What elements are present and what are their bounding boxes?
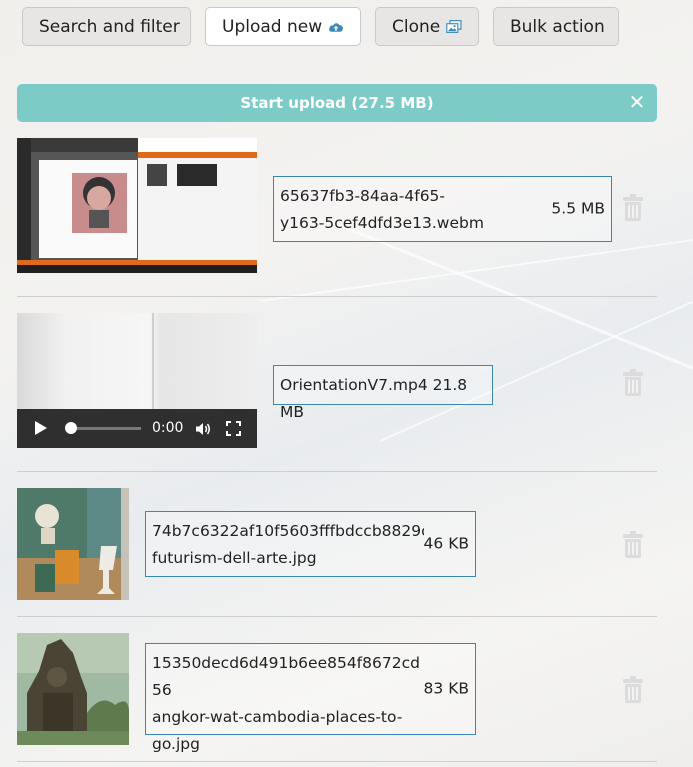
file-size: 5.5 MB xyxy=(551,199,605,218)
file-name-field[interactable]: OrientationV7.mp4 21.8 MB xyxy=(273,365,493,421)
search-and-filter-label: Search and filter xyxy=(39,16,180,37)
progress-track[interactable] xyxy=(71,427,141,430)
still-life-painting-thumbnail xyxy=(17,488,129,600)
cloud-upload-icon xyxy=(329,22,344,32)
video-time: 0:00 xyxy=(152,420,184,436)
file-name-field[interactable]: 65637fb3-84aa-4f65- y163-5cef4dfd3e13.we… xyxy=(273,176,612,242)
file-name: OrientationV7.mp4 xyxy=(280,376,428,394)
video-player[interactable]: 0:00 xyxy=(17,313,257,448)
file-name-field[interactable]: 15350decd6d491b6ee854f8672cd56 angkor-wa… xyxy=(145,643,476,753)
file-name-field[interactable]: 74b7c6322af10f5603fffbdccb8829c1 futuris… xyxy=(145,511,476,577)
file-name: 74b7c6322af10f5603fffbdccb8829c1 futuris… xyxy=(152,522,424,567)
video-controls: 0:00 xyxy=(17,409,257,448)
row-divider xyxy=(17,761,657,762)
play-icon[interactable] xyxy=(35,421,47,435)
background-streak xyxy=(329,220,693,381)
row-divider xyxy=(17,296,657,297)
row-divider xyxy=(17,471,657,472)
start-upload-button[interactable]: Start upload (27.5 MB) ✕ xyxy=(17,84,657,122)
file-size: 83 KB xyxy=(423,679,469,698)
progress-knob[interactable] xyxy=(65,422,77,434)
toolbar: Search and filter Upload new Clone Bulk … xyxy=(22,7,619,46)
trash-icon[interactable] xyxy=(622,531,644,559)
volume-icon[interactable] xyxy=(195,421,211,437)
trash-icon[interactable] xyxy=(622,369,644,397)
clone-button[interactable]: Clone xyxy=(375,7,479,46)
bulk-action-label: Bulk action xyxy=(510,16,605,37)
search-and-filter-button[interactable]: Search and filter xyxy=(22,7,191,46)
row-divider xyxy=(17,616,657,617)
trash-icon[interactable] xyxy=(622,676,644,704)
file-name: 65637fb3-84aa-4f65- y163-5cef4dfd3e13.we… xyxy=(280,187,484,232)
file-size: 46 KB xyxy=(423,534,469,553)
bulk-action-button[interactable]: Bulk action xyxy=(493,7,619,46)
image-copy-icon xyxy=(446,20,462,33)
start-upload-label: Start upload (27.5 MB) xyxy=(240,94,434,112)
close-icon[interactable]: ✕ xyxy=(627,92,647,112)
upload-new-button[interactable]: Upload new xyxy=(205,7,361,46)
clone-label: Clone xyxy=(392,16,441,37)
angkor-wat-photo-thumbnail xyxy=(17,633,129,745)
upload-new-label: Upload new xyxy=(222,16,323,37)
fullscreen-icon[interactable] xyxy=(226,421,241,436)
screen-recording-thumbnail xyxy=(17,138,257,273)
file-name: 15350decd6d491b6ee854f8672cd56 angkor-wa… xyxy=(152,654,420,753)
trash-icon[interactable] xyxy=(622,194,644,222)
